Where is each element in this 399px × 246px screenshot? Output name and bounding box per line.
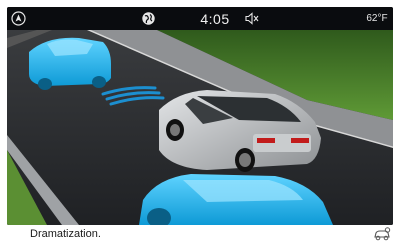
outside-temperature: 62°F <box>366 13 388 24</box>
infotainment-screen: 4:05 62°F <box>7 7 393 225</box>
clock-time: 4:05 <box>200 10 230 27</box>
dramatization-caption: Dramatization. <box>30 228 101 240</box>
car-settings-icon[interactable] <box>373 227 391 241</box>
navigation-arrow-icon[interactable] <box>11 11 26 26</box>
blue-car-left <box>29 37 111 90</box>
footer-bar: Dramatization. <box>0 225 399 245</box>
speaker-muted-icon[interactable] <box>244 11 260 26</box>
globe-icon[interactable] <box>141 11 156 26</box>
parking-assist-scene <box>7 28 393 225</box>
status-bar: 4:05 62°F <box>7 7 393 30</box>
